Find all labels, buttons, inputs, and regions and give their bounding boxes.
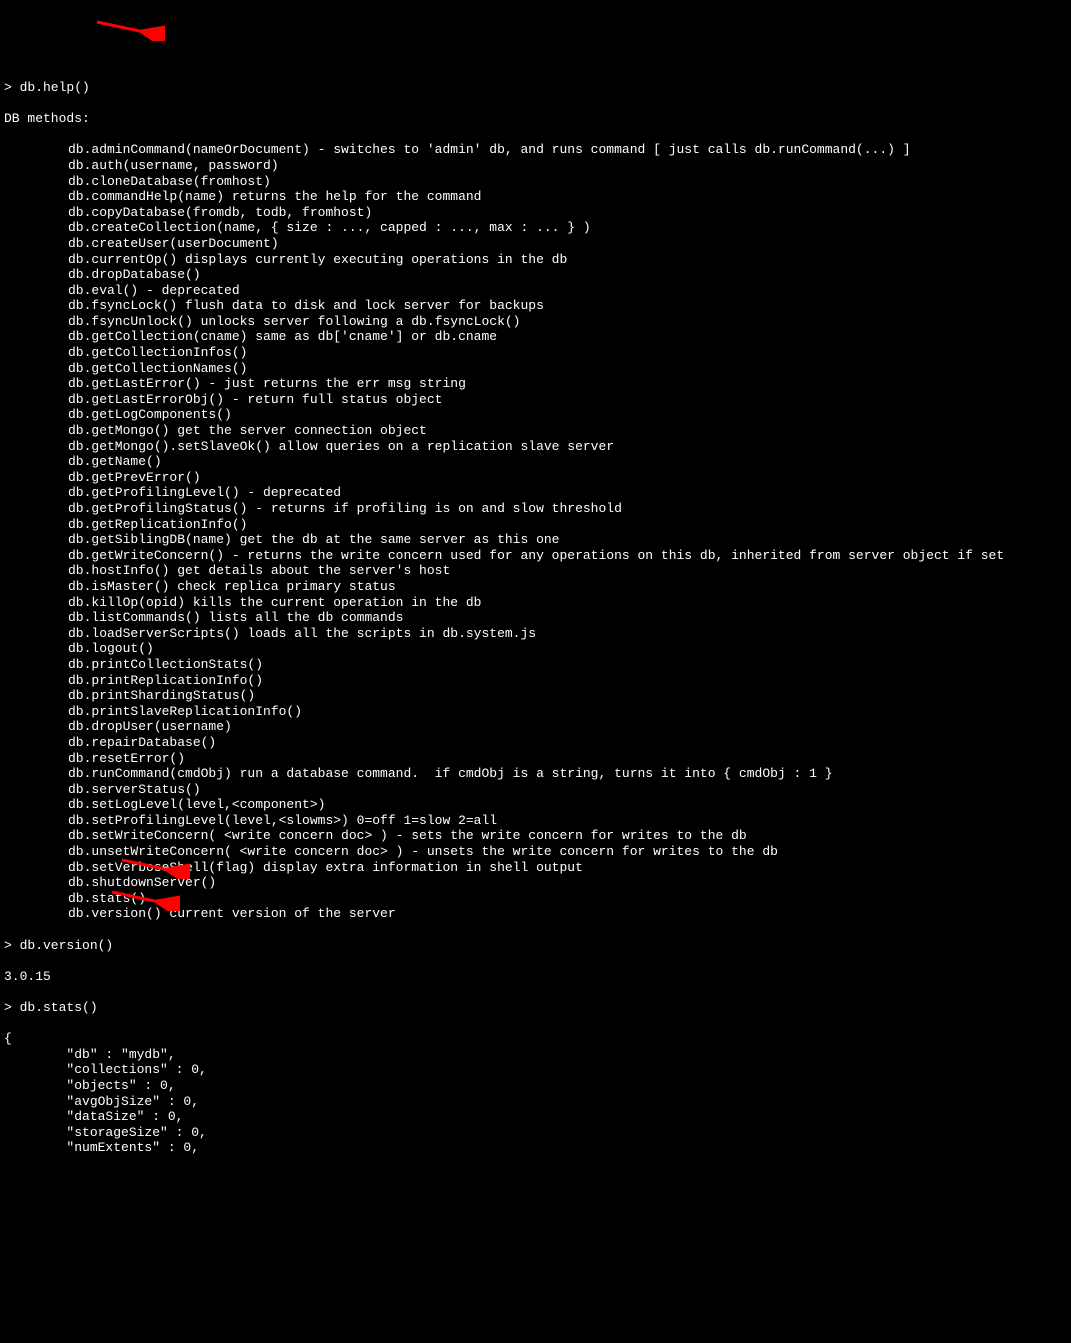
- method-line: db.getWriteConcern() - returns the write…: [4, 548, 1067, 564]
- method-line: db.auth(username, password): [4, 158, 1067, 174]
- method-line: db.copyDatabase(fromdb, todb, fromhost): [4, 205, 1067, 221]
- method-line: db.commandHelp(name) returns the help fo…: [4, 189, 1067, 205]
- prompt-version: > db.version(): [4, 938, 1067, 954]
- stats-line: {: [4, 1031, 1067, 1047]
- stats-output: { "db" : "mydb", "collections" : 0, "obj…: [4, 1031, 1067, 1156]
- method-line: db.listCommands() lists all the db comma…: [4, 610, 1067, 626]
- method-line: db.logout(): [4, 641, 1067, 657]
- method-line: db.printReplicationInfo(): [4, 673, 1067, 689]
- method-line: db.currentOp() displays currently execut…: [4, 252, 1067, 268]
- header-line: DB methods:: [4, 111, 1067, 127]
- stats-line: "collections" : 0,: [4, 1062, 1067, 1078]
- method-line: db.eval() - deprecated: [4, 283, 1067, 299]
- method-line: db.setLogLevel(level,<component>): [4, 797, 1067, 813]
- method-line: db.loadServerScripts() loads all the scr…: [4, 626, 1067, 642]
- method-line: db.createCollection(name, { size : ..., …: [4, 220, 1067, 236]
- methods-list: db.adminCommand(nameOrDocument) - switch…: [4, 142, 1067, 922]
- method-line: db.unsetWriteConcern( <write concern doc…: [4, 844, 1067, 860]
- method-line: db.createUser(userDocument): [4, 236, 1067, 252]
- method-line: db.runCommand(cmdObj) run a database com…: [4, 766, 1067, 782]
- method-line: db.adminCommand(nameOrDocument) - switch…: [4, 142, 1067, 158]
- method-line: db.shutdownServer(): [4, 875, 1067, 891]
- method-line: db.getProfilingStatus() - returns if pro…: [4, 501, 1067, 517]
- method-line: db.getMongo() get the server connection …: [4, 423, 1067, 439]
- stats-line: "numExtents" : 0,: [4, 1140, 1067, 1156]
- method-line: db.dropUser(username): [4, 719, 1067, 735]
- method-line: db.setProfilingLevel(level,<slowms>) 0=o…: [4, 813, 1067, 829]
- method-line: db.getCollectionInfos(): [4, 345, 1067, 361]
- method-line: db.isMaster() check replica primary stat…: [4, 579, 1067, 595]
- stats-line: "dataSize" : 0,: [4, 1109, 1067, 1125]
- method-line: db.getLastError() - just returns the err…: [4, 376, 1067, 392]
- method-line: db.version() current version of the serv…: [4, 906, 1067, 922]
- method-line: db.printShardingStatus(): [4, 688, 1067, 704]
- method-line: db.printSlaveReplicationInfo(): [4, 704, 1067, 720]
- method-line: db.getPrevError(): [4, 470, 1067, 486]
- method-line: db.getLastErrorObj() - return full statu…: [4, 392, 1067, 408]
- method-line: db.getLogComponents(): [4, 407, 1067, 423]
- method-line: db.printCollectionStats(): [4, 657, 1067, 673]
- stats-line: "storageSize" : 0,: [4, 1125, 1067, 1141]
- stats-line: "objects" : 0,: [4, 1078, 1067, 1094]
- method-line: db.dropDatabase(): [4, 267, 1067, 283]
- method-line: db.resetError(): [4, 751, 1067, 767]
- method-line: db.setVerboseShell(flag) display extra i…: [4, 860, 1067, 876]
- arrow-annotation-icon: [85, 0, 165, 56]
- method-line: db.getProfilingLevel() - deprecated: [4, 485, 1067, 501]
- method-line: db.getName(): [4, 454, 1067, 470]
- method-line: db.getMongo().setSlaveOk() allow queries…: [4, 439, 1067, 455]
- method-line: db.getSiblingDB(name) get the db at the …: [4, 532, 1067, 548]
- method-line: db.serverStatus(): [4, 782, 1067, 798]
- method-line: db.hostInfo() get details about the serv…: [4, 563, 1067, 579]
- method-line: db.getCollectionNames(): [4, 361, 1067, 377]
- method-line: db.getCollection(cname) same as db['cnam…: [4, 329, 1067, 345]
- method-line: db.repairDatabase(): [4, 735, 1067, 751]
- method-line: db.killOp(opid) kills the current operat…: [4, 595, 1067, 611]
- stats-line: "db" : "mydb",: [4, 1047, 1067, 1063]
- method-line: db.setWriteConcern( <write concern doc> …: [4, 828, 1067, 844]
- method-line: db.cloneDatabase(fromhost): [4, 174, 1067, 190]
- version-output: 3.0.15: [4, 969, 1067, 985]
- stats-line: "avgObjSize" : 0,: [4, 1094, 1067, 1110]
- method-line: db.getReplicationInfo(): [4, 517, 1067, 533]
- prompt-help: > db.help(): [4, 80, 1067, 96]
- terminal-output: > db.help() DB methods: db.adminCommand(…: [4, 64, 1067, 1171]
- prompt-stats: > db.stats(): [4, 1000, 1067, 1016]
- method-line: db.fsyncLock() flush data to disk and lo…: [4, 298, 1067, 314]
- method-line: db.fsyncUnlock() unlocks server followin…: [4, 314, 1067, 330]
- method-line: db.stats(): [4, 891, 1067, 907]
